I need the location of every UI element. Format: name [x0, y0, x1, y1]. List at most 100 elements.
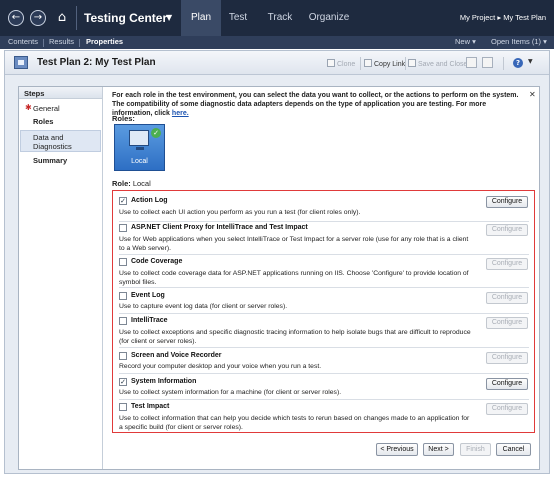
configure-button[interactable]: Configure — [486, 292, 528, 304]
cancel-button[interactable]: Cancel — [496, 443, 531, 456]
step-general[interactable]: General — [20, 104, 101, 113]
back-button[interactable]: ← — [8, 10, 24, 26]
adapter-screen-voice-recorder: Screen and Voice Recorder Record your co… — [113, 350, 534, 372]
test-impact-checkbox[interactable] — [119, 403, 127, 411]
roles-label: Roles: — [112, 114, 135, 123]
configure-button[interactable]: Configure — [486, 378, 528, 390]
content-panel: For each role in the test environment, y… — [103, 87, 539, 469]
divider — [503, 57, 504, 70]
code-coverage-checkbox[interactable] — [119, 258, 127, 266]
checkmark-icon: ✓ — [151, 128, 161, 138]
divider — [43, 39, 44, 47]
project-breadcrumb[interactable]: My Project ▸ My Test Plan — [460, 13, 546, 22]
close-icon[interactable]: ✕ — [529, 90, 536, 99]
divider — [119, 373, 529, 374]
adapter-description: Use to collect each UI action you perfor… — [119, 209, 361, 216]
action-log-checkbox[interactable]: ✓ — [119, 197, 127, 205]
new-menu[interactable]: New ▾ — [455, 37, 476, 46]
test-plan-icon — [14, 56, 28, 69]
adapter-event-log: Event Log Use to capture event log data … — [113, 290, 534, 312]
tab-test[interactable]: Test — [221, 0, 255, 36]
clone-label: Clone — [337, 61, 356, 68]
home-button[interactable]: ⌂ — [54, 9, 70, 27]
configure-button[interactable]: Configure — [486, 224, 528, 236]
save-icon[interactable] — [466, 57, 477, 68]
intro-text: For each role in the test environment, y… — [112, 91, 525, 118]
step-summary[interactable]: Summary — [20, 156, 101, 165]
forward-button[interactable]: → — [30, 10, 46, 26]
adapter-name: Event Log — [131, 292, 165, 299]
clone-icon — [327, 59, 335, 67]
app-dropdown-icon[interactable]: ▼ — [166, 13, 172, 22]
divider — [79, 39, 80, 47]
app-title: Testing Center — [84, 11, 168, 25]
copy-link-label: Copy Link — [374, 61, 406, 68]
tab-organize[interactable]: Organize — [305, 0, 353, 36]
role-tile-local[interactable]: ✓ Local — [114, 124, 165, 171]
configure-button[interactable]: Configure — [486, 403, 528, 415]
refresh-icon[interactable] — [482, 57, 493, 68]
save-and-close-label: Save and Close — [418, 61, 468, 68]
configure-button[interactable]: Configure — [486, 317, 528, 329]
system-information-checkbox[interactable]: ✓ — [119, 378, 127, 386]
chevron-down-icon[interactable]: ▼ — [528, 58, 533, 65]
divider — [360, 57, 361, 70]
adapter-description: Record your computer desktop and your vo… — [119, 363, 322, 370]
adapter-aspnet-client-proxy: ASP.NET Client Proxy for IntelliTrace an… — [113, 224, 534, 254]
save-and-close-button[interactable]: Save and Close — [408, 59, 467, 68]
wizard-body: Steps ✱ General Roles Data and Diagnosti… — [18, 86, 540, 470]
adapter-description: Use to collect system information for a … — [119, 389, 342, 396]
top-navigation-bar: ← → ⌂ Testing Center ▼ Plan Test Track O… — [0, 0, 554, 36]
adapter-name: System Information — [131, 378, 197, 385]
adapter-name: Test Impact — [131, 403, 170, 410]
subnav-properties[interactable]: Properties — [86, 37, 123, 46]
configure-button[interactable]: Configure — [486, 352, 528, 364]
intellitrace-checkbox[interactable] — [119, 317, 127, 325]
divider — [119, 254, 529, 255]
copy-link-button[interactable]: Copy Link — [364, 59, 405, 68]
next-button[interactable]: Next > — [423, 443, 454, 456]
more-info-link[interactable]: here. — [172, 110, 189, 117]
configure-button[interactable]: Configure — [486, 258, 528, 270]
tab-plan[interactable]: Plan — [181, 0, 221, 36]
step-label-line1: Data and — [33, 133, 64, 142]
home-icon: ⌂ — [57, 10, 67, 25]
subnav-contents[interactable]: Contents — [8, 37, 38, 46]
help-icon[interactable]: ? — [513, 58, 523, 68]
divider — [405, 57, 406, 70]
step-data-and-diagnostics[interactable]: Data and Diagnostics — [20, 130, 101, 152]
adapter-test-impact: Test Impact Use to collect information t… — [113, 402, 534, 432]
back-arrow-icon: ← — [11, 12, 21, 23]
adapter-action-log: ✓ Action Log Use to collect each UI acti… — [113, 193, 534, 219]
event-log-checkbox[interactable] — [119, 292, 127, 300]
aspnet-client-proxy-checkbox[interactable] — [119, 224, 127, 232]
configure-button[interactable]: Configure — [486, 196, 528, 208]
divider — [76, 6, 77, 30]
subnav-results[interactable]: Results — [49, 37, 74, 46]
divider — [119, 347, 529, 348]
role-tile-label: Local — [131, 158, 148, 165]
copy-link-icon — [364, 59, 372, 67]
wizard-frame: Test Plan 2: My Test Plan Clone Copy Lin… — [4, 50, 550, 474]
role-prefix: Role: — [112, 179, 131, 188]
adapter-description: Use to collect exceptions and specific d… — [119, 329, 471, 345]
open-items-menu[interactable]: Open Items (1) ▾ — [491, 37, 547, 46]
role-value: Local — [132, 179, 151, 188]
step-roles[interactable]: Roles — [20, 117, 101, 126]
adapter-name: IntelliTrace — [131, 317, 168, 324]
adapter-intellitrace: IntelliTrace Use to collect exceptions a… — [113, 316, 534, 346]
previous-button[interactable]: < Previous — [376, 443, 418, 456]
finish-button[interactable]: Finish — [460, 443, 491, 456]
adapter-name: Action Log — [131, 197, 168, 204]
clone-button[interactable]: Clone — [327, 59, 355, 68]
adapter-name: ASP.NET Client Proxy for IntelliTrace an… — [131, 224, 308, 231]
steps-header: Steps — [19, 87, 102, 99]
title-bar: Test Plan 2: My Test Plan Clone Copy Lin… — [5, 51, 549, 75]
adapter-description: Use for Web applications when you select… — [119, 236, 469, 252]
tab-track[interactable]: Track — [262, 0, 298, 36]
divider — [119, 313, 529, 314]
divider — [119, 287, 529, 288]
sub-navigation-bar: Contents Results Properties New ▾ Open I… — [0, 36, 554, 49]
screen-voice-recorder-checkbox[interactable] — [119, 352, 127, 360]
adapter-description: Use to capture event log data (for clien… — [119, 303, 288, 310]
